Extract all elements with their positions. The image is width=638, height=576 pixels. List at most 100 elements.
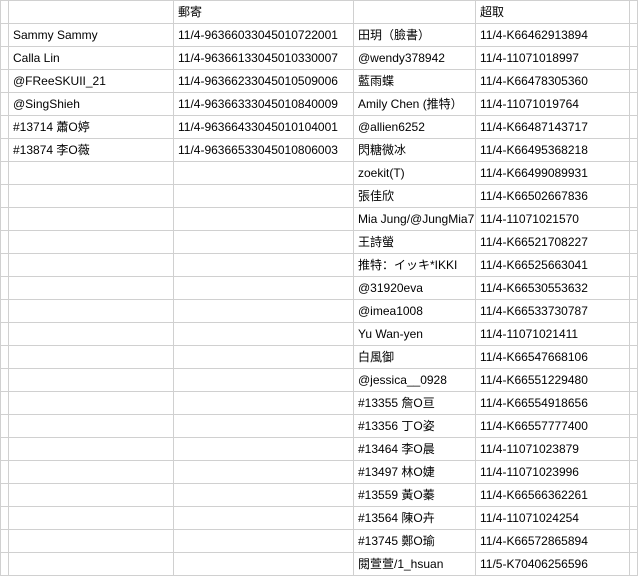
cell-empty[interactable]: [1, 507, 9, 530]
cell-left-name[interactable]: [9, 300, 174, 323]
cell-empty[interactable]: [1, 70, 9, 93]
cell-right-name[interactable]: 推特：イッキ*IKKI: [354, 254, 476, 277]
cell-empty[interactable]: [1, 208, 9, 231]
cell-empty[interactable]: [630, 461, 638, 484]
cell-left-code[interactable]: [174, 346, 354, 369]
cell-left-name[interactable]: [9, 1, 174, 24]
cell-left-code[interactable]: [174, 323, 354, 346]
cell-left-code[interactable]: 11/4-96366133045010330007: [174, 47, 354, 70]
cell-right-name[interactable]: 閱萱萱/1_hsuan: [354, 553, 476, 576]
cell-empty[interactable]: [630, 116, 638, 139]
cell-right-code[interactable]: 11/4-K66521708227: [476, 231, 630, 254]
cell-left-code[interactable]: [174, 553, 354, 576]
cell-right-code[interactable]: 11/4-K66478305360: [476, 70, 630, 93]
cell-left-name[interactable]: @FReeSKUII_21: [9, 70, 174, 93]
cell-empty[interactable]: [630, 553, 638, 576]
header-pickup[interactable]: 超取: [476, 1, 630, 24]
cell-left-name[interactable]: Calla Lin: [9, 47, 174, 70]
cell-empty[interactable]: [1, 392, 9, 415]
cell-right-name[interactable]: 王詩螢: [354, 231, 476, 254]
cell-left-name[interactable]: [9, 369, 174, 392]
cell-right-name[interactable]: Yu Wan-yen: [354, 323, 476, 346]
cell-empty[interactable]: [630, 438, 638, 461]
cell-right-code[interactable]: 11/4-K66533730787: [476, 300, 630, 323]
cell-left-code[interactable]: [174, 277, 354, 300]
cell-right-code[interactable]: 11/4-K66572865894: [476, 530, 630, 553]
header-mail[interactable]: 郵寄: [174, 1, 354, 24]
cell-right-name[interactable]: @jessica__0928: [354, 369, 476, 392]
cell-right-name[interactable]: 閃糖微冰: [354, 139, 476, 162]
cell-empty[interactable]: [1, 346, 9, 369]
cell-left-name[interactable]: [9, 323, 174, 346]
cell-left-name[interactable]: @SingShieh: [9, 93, 174, 116]
cell-left-code[interactable]: 11/4-96366333045010840009: [174, 93, 354, 116]
cell-left-code[interactable]: [174, 415, 354, 438]
cell-left-code[interactable]: [174, 369, 354, 392]
cell-empty[interactable]: [630, 507, 638, 530]
cell-left-name[interactable]: [9, 438, 174, 461]
cell-empty[interactable]: [1, 47, 9, 70]
cell-right-code[interactable]: 11/4-K66554918656: [476, 392, 630, 415]
cell-right-name[interactable]: @allien6252: [354, 116, 476, 139]
cell-left-code[interactable]: 11/4-96366433045010104001: [174, 116, 354, 139]
cell-right-name[interactable]: Mia Jung/@JungMia7: [354, 208, 476, 231]
cell-empty[interactable]: [630, 323, 638, 346]
cell-empty[interactable]: [1, 277, 9, 300]
cell-left-name[interactable]: [9, 507, 174, 530]
cell-left-name[interactable]: [9, 415, 174, 438]
cell-right-name[interactable]: 張佳欣: [354, 185, 476, 208]
cell-empty[interactable]: [630, 254, 638, 277]
cell-right-code[interactable]: 11/4-K66547668106: [476, 346, 630, 369]
cell-right-code[interactable]: 11/4-K66557777400: [476, 415, 630, 438]
cell-empty[interactable]: [630, 369, 638, 392]
cell-empty[interactable]: [630, 392, 638, 415]
cell-empty[interactable]: [1, 93, 9, 116]
cell-right-name[interactable]: zoekit(T): [354, 162, 476, 185]
cell-empty[interactable]: [630, 93, 638, 116]
cell-right-code[interactable]: 11/4-K66525663041: [476, 254, 630, 277]
cell-empty[interactable]: [630, 208, 638, 231]
spreadsheet-table[interactable]: 郵寄超取Sammy Sammy11/4-96366033045010722001…: [0, 0, 638, 576]
cell-empty[interactable]: [630, 47, 638, 70]
cell-empty[interactable]: [1, 162, 9, 185]
cell-empty[interactable]: [630, 231, 638, 254]
cell-right-name[interactable]: #13497 林O婕: [354, 461, 476, 484]
cell-left-name[interactable]: [9, 254, 174, 277]
cell-left-name[interactable]: [9, 162, 174, 185]
cell-right-name[interactable]: 藍雨蝶: [354, 70, 476, 93]
cell-right-name[interactable]: #13356 丁O姿: [354, 415, 476, 438]
cell-empty[interactable]: [630, 162, 638, 185]
cell-left-code[interactable]: 11/4-96366533045010806003: [174, 139, 354, 162]
cell-empty[interactable]: [630, 185, 638, 208]
cell-left-code[interactable]: [174, 461, 354, 484]
cell-left-name[interactable]: [9, 484, 174, 507]
cell-right-code[interactable]: 11/4-K66495368218: [476, 139, 630, 162]
cell-empty[interactable]: [1, 300, 9, 323]
cell-left-code[interactable]: [174, 208, 354, 231]
cell-empty[interactable]: [1, 254, 9, 277]
cell-left-name[interactable]: [9, 392, 174, 415]
cell-right-code[interactable]: 11/4-11071019764: [476, 93, 630, 116]
cell-empty[interactable]: [630, 70, 638, 93]
cell-left-code[interactable]: [174, 185, 354, 208]
cell-right-code[interactable]: 11/4-11071024254: [476, 507, 630, 530]
cell-empty[interactable]: [1, 415, 9, 438]
cell-right-name[interactable]: @wendy378942: [354, 47, 476, 70]
cell-empty[interactable]: [630, 24, 638, 47]
cell-right-code[interactable]: 11/4-11071021570: [476, 208, 630, 231]
cell-left-code[interactable]: [174, 392, 354, 415]
cell-left-name[interactable]: [9, 277, 174, 300]
cell-empty[interactable]: [630, 415, 638, 438]
cell-left-name[interactable]: Sammy Sammy: [9, 24, 174, 47]
cell-right-name[interactable]: [354, 1, 476, 24]
cell-empty[interactable]: [1, 1, 9, 24]
cell-right-name[interactable]: #13745 鄭O瑜: [354, 530, 476, 553]
cell-left-name[interactable]: [9, 208, 174, 231]
cell-empty[interactable]: [1, 24, 9, 47]
cell-right-code[interactable]: 11/4-11071023879: [476, 438, 630, 461]
cell-empty[interactable]: [630, 484, 638, 507]
cell-right-code[interactable]: 11/4-K66462913894: [476, 24, 630, 47]
cell-empty[interactable]: [1, 323, 9, 346]
cell-right-code[interactable]: 11/4-K66487143717: [476, 116, 630, 139]
cell-right-name[interactable]: 白風御: [354, 346, 476, 369]
